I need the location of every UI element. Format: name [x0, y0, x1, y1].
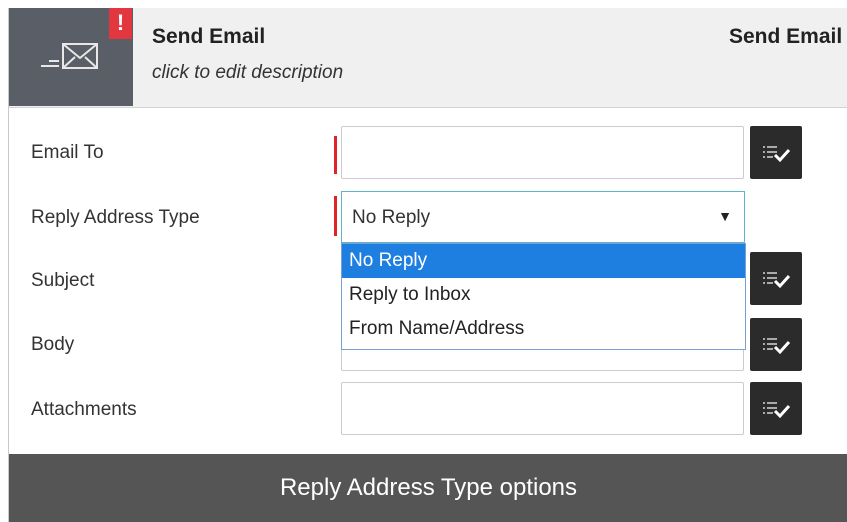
list-check-icon	[763, 146, 791, 163]
subject-label: Subject	[31, 270, 95, 291]
step-title: Send Email	[152, 25, 266, 48]
option-from-name-address[interactable]: From Name/Address	[342, 312, 745, 346]
option-reply-to-inbox[interactable]: Reply to Inbox	[342, 278, 745, 312]
step-description[interactable]: click to edit description	[152, 62, 343, 84]
step-header[interactable]: ! Send Email click to edit description S…	[9, 8, 847, 108]
body-label: Body	[31, 334, 75, 355]
email-to-picker-button[interactable]	[750, 126, 802, 179]
step-icon-tile: !	[9, 8, 133, 106]
reply-address-type-select[interactable]: No Reply ▼	[341, 191, 745, 243]
attachments-picker-button[interactable]	[750, 382, 802, 435]
step-type-label: Send Email	[729, 25, 843, 48]
required-indicator	[334, 136, 337, 174]
reply-address-type-label: Reply Address Type	[31, 207, 200, 228]
required-indicator	[334, 196, 337, 236]
email-to-label: Email To	[31, 142, 104, 163]
email-to-input[interactable]	[341, 126, 744, 179]
option-no-reply[interactable]: No Reply	[342, 244, 745, 278]
attachments-label: Attachments	[31, 399, 137, 420]
reply-address-type-options: No Reply Reply to Inbox From Name/Addres…	[341, 243, 746, 350]
select-value: No Reply	[352, 207, 431, 228]
list-check-icon	[763, 272, 791, 289]
list-check-icon	[763, 402, 791, 419]
list-check-icon	[763, 338, 791, 355]
subject-picker-button[interactable]	[750, 252, 802, 305]
alert-badge: !	[109, 8, 132, 39]
caret-down-icon: ▼	[718, 208, 732, 224]
attachments-input[interactable]	[341, 382, 744, 435]
body-picker-button[interactable]	[750, 318, 802, 371]
send-email-card: ! Send Email click to edit description S…	[8, 8, 847, 522]
send-email-icon	[41, 43, 98, 69]
caption-bar: Reply Address Type options	[9, 454, 847, 522]
